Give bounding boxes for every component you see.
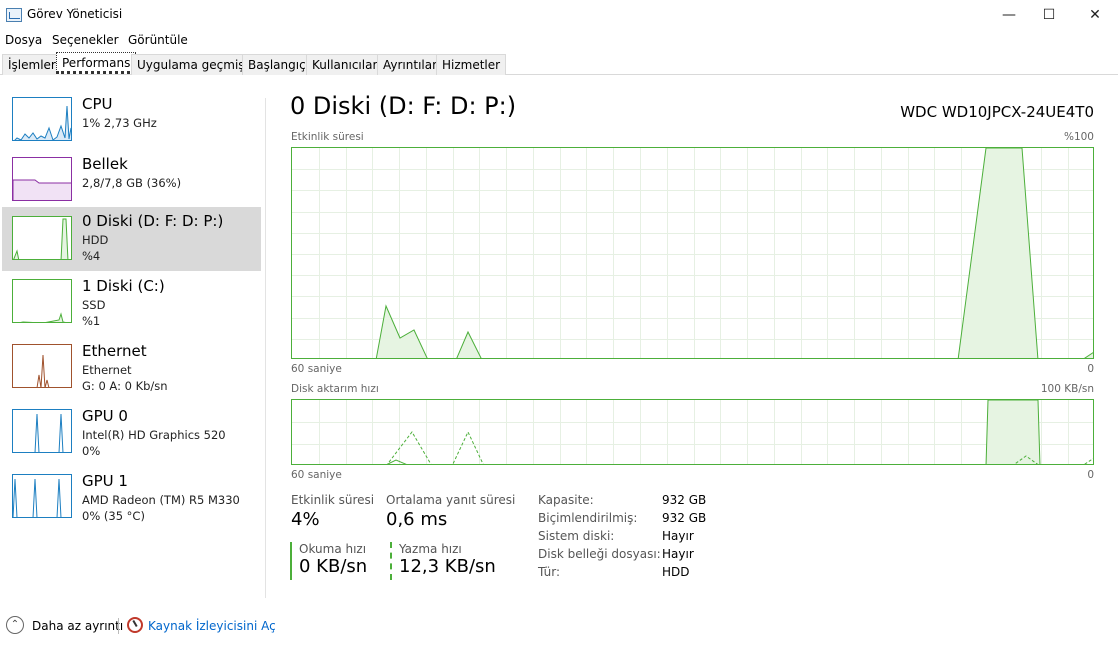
graph2-label: Disk aktarım hızı [291,383,379,395]
chevron-up-icon[interactable]: ⌃ [6,616,24,634]
tab-startup[interactable]: Başlangıç [242,54,312,75]
sidebar-item-name: 1 Diski (C:) [82,277,165,295]
active-time-value: 4% [291,509,320,530]
prop-capacity-value: 932 GB [662,493,707,507]
sidebar-item-gpu-1[interactable]: GPU 1 AMD Radeon (TM) R5 M330 0% (35 °C) [2,467,261,531]
menu-options[interactable]: Seçenekler [52,33,119,47]
prop-formatted-value: 932 GB [662,511,707,525]
graph2-max-label: 100 KB/sn [1040,383,1094,395]
write-speed-label: Yazma hızı [399,542,462,556]
response-time-value: 0,6 ms [386,509,448,530]
disk-model: WDC WD10JPCX-24UE4T0 [900,103,1094,121]
menu-view[interactable]: Görüntüle [128,33,188,47]
prop-capacity-label: Kapasite: [538,493,594,507]
sidebar-item-detail: SSD [82,298,106,312]
disk1-thumbnail [12,279,72,323]
sidebar-item-value: %1 [82,314,101,328]
active-time-graph [291,147,1094,359]
tab-app-history[interactable]: Uygulama geçmişi [131,54,254,75]
sidebar-item-value: 0% (35 °C) [82,509,145,523]
sidebar-item-name: 0 Diski (D: F: D: P:) [82,212,224,230]
cpu-thumbnail [12,97,72,141]
prop-type-label: Tür: [538,565,561,579]
transfer-rate-plot [292,400,1093,464]
prop-formatted-label: Biçimlendirilmiş: [538,511,638,525]
sidebar-divider [265,98,266,598]
active-time-plot [292,148,1093,358]
tab-details[interactable]: Ayrıntılar [377,54,444,75]
tab-processes[interactable]: İşlemler [2,54,62,75]
sidebar-item-name: GPU 0 [82,407,128,425]
sidebar-item-detail: Intel(R) HD Graphics 520 [82,428,226,442]
disk0-thumbnail [12,216,72,260]
graph1-time-label: 60 saniye [291,363,342,375]
sidebar-item-name: GPU 1 [82,472,128,490]
fewer-details-link[interactable]: Daha az ayrıntı [32,619,123,633]
tab-services[interactable]: Hizmetler [436,54,507,75]
read-speed-label: Okuma hızı [299,542,367,556]
transfer-rate-graph [291,399,1094,465]
graph1-zero-label: 0 [1087,363,1094,375]
graph1-label: Etkinlik süresi [291,131,364,143]
graph1-max-label: %100 [1063,131,1094,143]
gpu0-thumbnail [12,409,72,453]
response-time-label: Ortalama yanıt süresi [386,493,516,507]
tab-users[interactable]: Kullanıcılar [306,54,384,75]
sidebar-item-name: Bellek [82,155,128,173]
title-bar: Görev Yöneticisi — ☐ ✕ [0,0,1118,30]
gpu1-thumbnail [12,474,72,518]
sidebar-item-value: %4 [82,249,101,263]
footer-bar: ⌃ Daha az ayrıntı Kaynak İzleyicisini Aç [0,612,1118,642]
sidebar-item-detail: HDD [82,233,109,247]
sidebar-item-detail: Ethernet [82,363,132,377]
graph2-time-label: 60 saniye [291,469,342,481]
write-speed-indicator [390,542,392,580]
read-speed-indicator [290,542,292,580]
sidebar-item-cpu[interactable]: CPU 1% 2,73 GHz [2,90,261,154]
maximize-button[interactable]: ☐ [1026,0,1072,30]
sidebar-item-value: G: 0 A: 0 Kb/sn [82,379,168,393]
window-title: Görev Yöneticisi [27,7,123,21]
sidebar-item-value: 0% [82,444,101,458]
open-resource-monitor-link[interactable]: Kaynak İzleyicisini Aç [148,619,276,633]
ethernet-thumbnail [12,344,72,388]
prop-system-disk-label: Sistem diski: [538,529,615,543]
sidebar-item-memory[interactable]: Bellek 2,8/7,8 GB (36%) [2,150,261,214]
tab-bar: İşlemler Performans Uygulama geçmişi Baş… [0,52,1118,75]
active-time-label: Etkinlik süresi [291,493,375,507]
graph2-zero-label: 0 [1087,469,1094,481]
sidebar-item-detail: AMD Radeon (TM) R5 M330 [82,493,240,507]
resource-monitor-icon[interactable] [127,617,143,633]
sidebar-item-disk-1[interactable]: 1 Diski (C:) SSD %1 [2,272,261,336]
read-speed-value: 0 KB/sn [299,556,368,577]
memory-thumbnail [12,157,72,201]
task-manager-icon [6,8,22,22]
menu-file[interactable]: Dosya [5,33,42,47]
sidebar-item-disk-0[interactable]: 0 Diski (D: F: D: P:) HDD %4 [2,207,261,271]
sidebar-item-gpu-0[interactable]: GPU 0 Intel(R) HD Graphics 520 0% [2,402,261,466]
sidebar-item-name: Ethernet [82,342,147,360]
tab-performance[interactable]: Performans [56,52,137,74]
sidebar-item-detail: 1% 2,73 GHz [82,116,157,130]
write-speed-value: 12,3 KB/sn [399,556,496,577]
prop-page-file-value: Hayır [662,547,694,561]
sidebar-item-detail: 2,8/7,8 GB (36%) [82,176,182,190]
prop-page-file-label: Disk belleği dosyası: [538,547,661,561]
footer-separator [118,618,119,634]
sidebar-item-name: CPU [82,95,113,113]
close-button[interactable]: ✕ [1072,0,1118,30]
sidebar-item-ethernet[interactable]: Ethernet Ethernet G: 0 A: 0 Kb/sn [2,337,261,401]
prop-type-value: HDD [662,565,690,579]
prop-system-disk-value: Hayır [662,529,694,543]
page-title: 0 Diski (D: F: D: P:) [290,92,517,120]
